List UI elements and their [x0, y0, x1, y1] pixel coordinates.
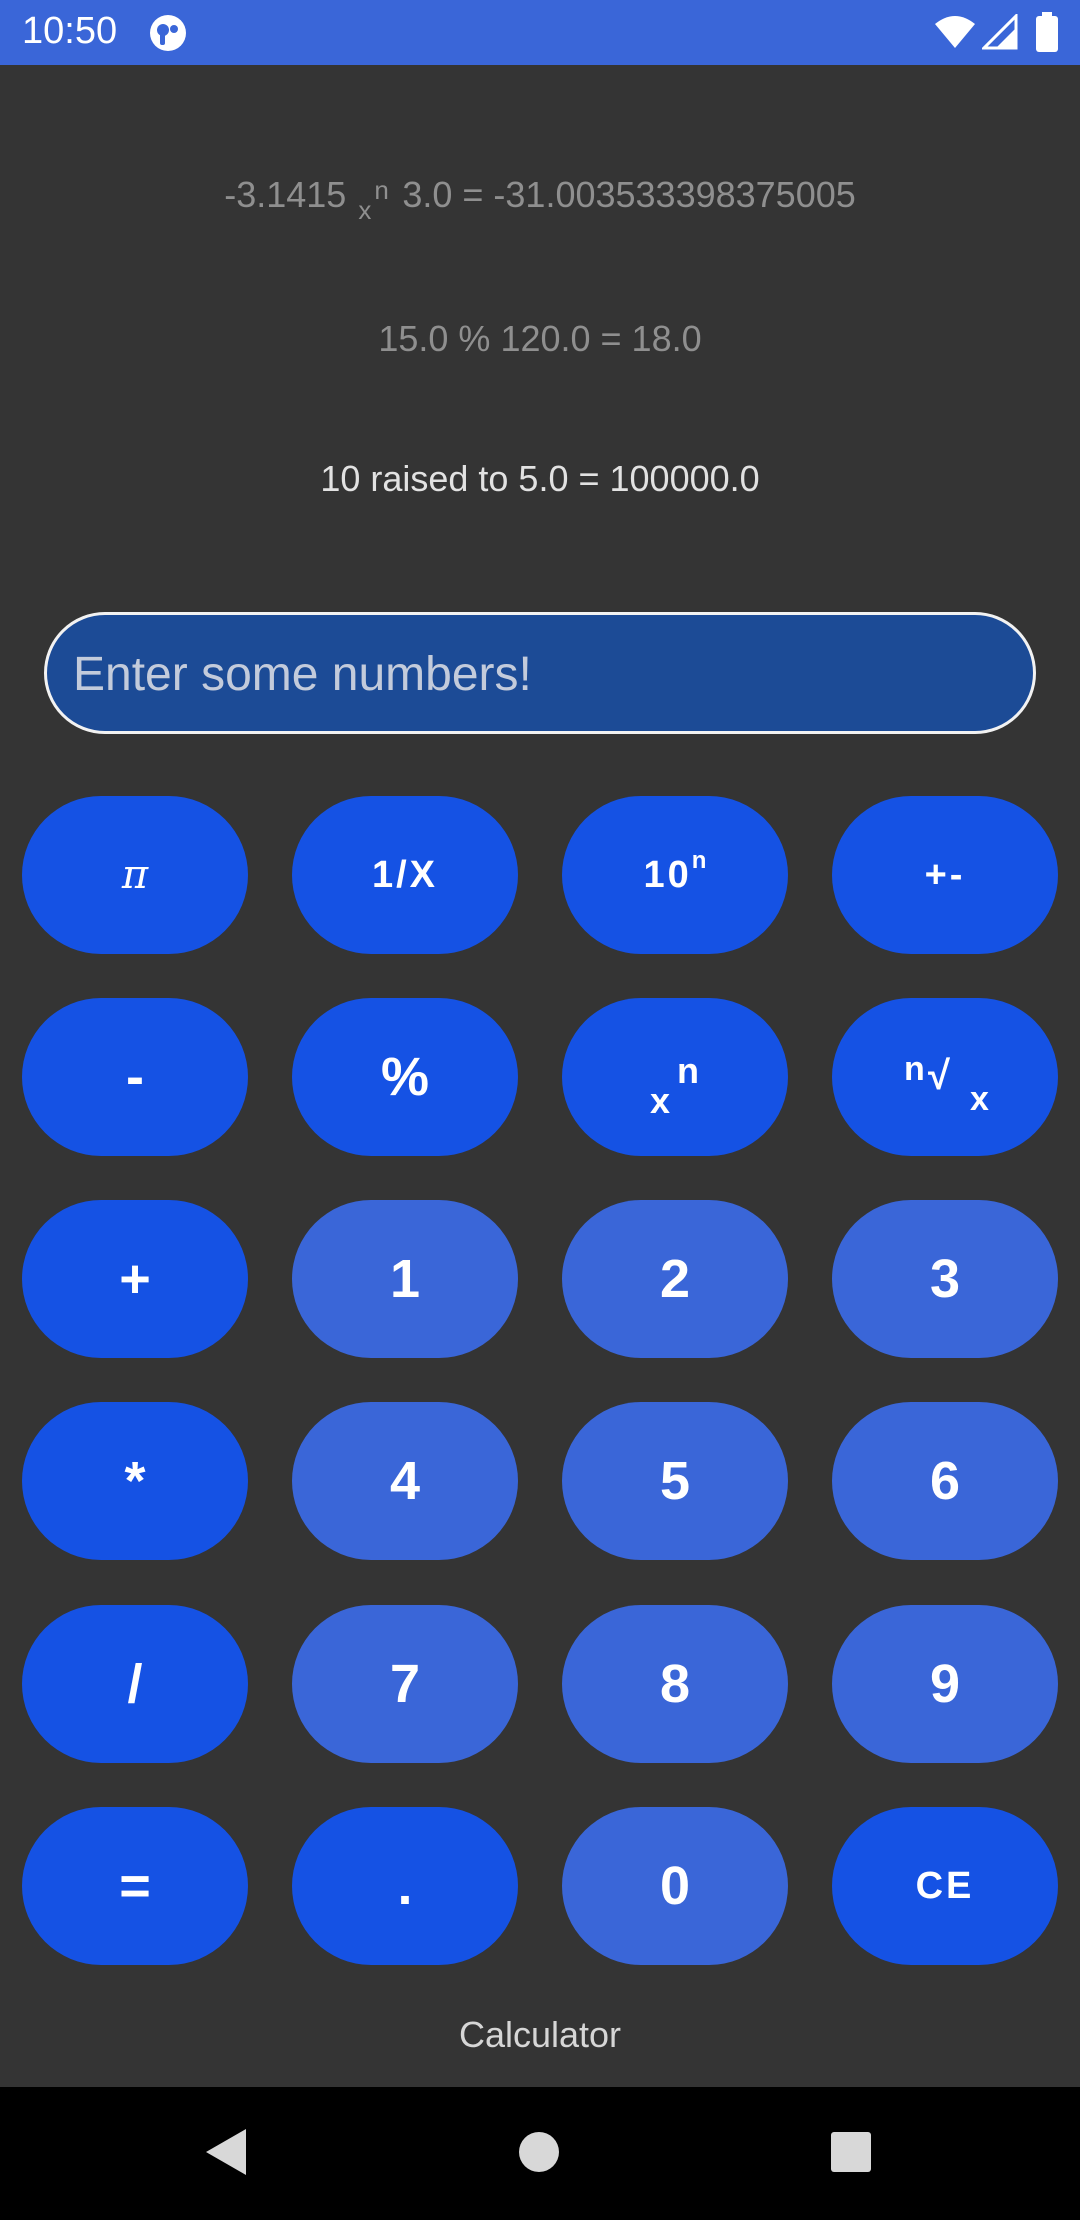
- navigation-bar: [0, 2087, 1080, 2220]
- digit-7-button[interactable]: 7: [292, 1605, 518, 1763]
- clear-button[interactable]: CE: [832, 1807, 1058, 1965]
- recents-icon[interactable]: [826, 2127, 876, 2177]
- root-radicand: x: [970, 1080, 989, 1118]
- nth-root-button[interactable]: n √ x: [832, 998, 1058, 1156]
- history-1-right: 3.0 = -31.003533398375005: [402, 174, 856, 215]
- digit-1-button[interactable]: 1: [292, 1200, 518, 1358]
- pi-button[interactable]: π: [22, 796, 248, 954]
- home-icon[interactable]: [514, 2127, 564, 2177]
- power-base: x: [650, 1080, 671, 1121]
- signal-icon: [982, 14, 1018, 50]
- ten-power-base: 10: [643, 853, 692, 896]
- power-exponent: n: [677, 1050, 699, 1091]
- battery-icon: [1036, 12, 1058, 52]
- decimal-button[interactable]: .: [292, 1807, 518, 1965]
- digit-8-button[interactable]: 8: [562, 1605, 788, 1763]
- digit-9-button[interactable]: 9: [832, 1605, 1058, 1763]
- app-label: Calculator: [458, 2014, 622, 2055]
- digit-2-button[interactable]: 2: [562, 1200, 788, 1358]
- app-notification-icon: [150, 15, 186, 51]
- status-time: 10:50: [22, 10, 118, 52]
- equals-button[interactable]: =: [22, 1807, 248, 1965]
- reciprocal-button[interactable]: 1/X: [292, 796, 518, 954]
- digit-4-button[interactable]: 4: [292, 1402, 518, 1560]
- history-line-1: -3.1415 xn 3.0 = -31.003533398375005: [0, 174, 1080, 226]
- wifi-icon: [935, 16, 975, 48]
- root-index: n: [904, 1050, 925, 1088]
- digit-0-button[interactable]: 0: [562, 1807, 788, 1965]
- digit-3-button[interactable]: 3: [832, 1200, 1058, 1358]
- percent-button[interactable]: %: [292, 998, 518, 1156]
- divide-button[interactable]: /: [22, 1605, 248, 1763]
- status-bar: 10:50: [0, 0, 1080, 65]
- multiply-button[interactable]: *: [22, 1402, 248, 1560]
- plus-button[interactable]: +: [22, 1200, 248, 1358]
- ten-power-button[interactable]: 10 n: [562, 796, 788, 954]
- back-icon[interactable]: [202, 2127, 252, 2177]
- ten-power-exponent: n: [691, 847, 707, 874]
- history-1-left: -3.1415: [224, 174, 347, 215]
- power-button[interactable]: x n: [562, 998, 788, 1156]
- number-input-container[interactable]: [44, 612, 1036, 734]
- minus-button[interactable]: -: [22, 998, 248, 1156]
- digit-6-button[interactable]: 6: [832, 1402, 1058, 1560]
- plus-minus-button[interactable]: +-: [832, 796, 1058, 954]
- history-line-2: 15.0 % 120.0 = 18.0: [378, 318, 702, 359]
- history-line-3: 10 raised to 5.0 = 100000.0: [320, 458, 760, 499]
- number-input[interactable]: [71, 615, 1005, 733]
- power-symbol: xn: [358, 175, 389, 226]
- digit-5-button[interactable]: 5: [562, 1402, 788, 1560]
- root-sign-icon: √: [928, 1054, 950, 1098]
